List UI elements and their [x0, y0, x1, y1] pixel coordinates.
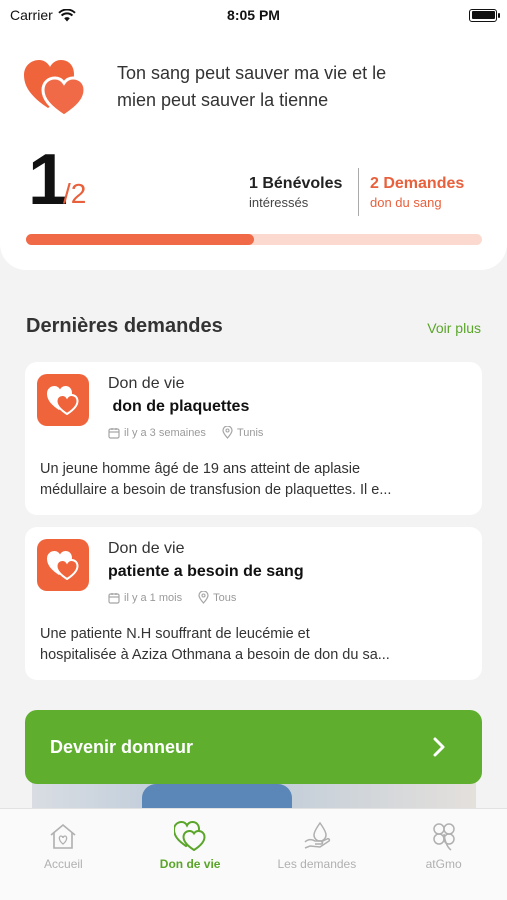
request-desc-line: Un jeune homme âgé de 19 ans atteint de … — [40, 461, 361, 477]
count-total: /2 — [63, 178, 87, 209]
tab-atgmo[interactable]: atGmo — [380, 809, 507, 900]
request-time: il y a 1 mois — [124, 591, 183, 604]
tab-label: atGmo — [425, 857, 462, 871]
tab-don-de-vie[interactable]: Don de vie — [127, 809, 254, 900]
stat-divider — [358, 168, 359, 216]
request-icon — [37, 374, 89, 426]
location-pin-icon — [198, 591, 209, 604]
hearts-icon — [47, 551, 79, 580]
request-category: Don de vie — [108, 540, 185, 557]
request-time: il y a 3 semaines — [124, 426, 206, 439]
slogan-line-2: mien peut sauver la tienne — [117, 90, 329, 110]
request-desc-line: médullaire a besoin de transfusion de pl… — [40, 482, 392, 498]
summary-card: Ton sang peut sauver ma vie et le mien p… — [0, 30, 507, 270]
see-more-link[interactable]: Voir plus — [427, 320, 481, 336]
section-title: Dernières demandes — [26, 315, 223, 337]
progress-fill — [26, 234, 254, 245]
request-description: Une patiente N.H souffrant de leucémie e… — [40, 624, 470, 666]
tab-label: Les demandes — [277, 857, 357, 871]
location-pin-icon — [222, 426, 233, 439]
request-category: Don de vie — [108, 375, 185, 392]
request-meta: il y a 3 semaines Tunis — [108, 426, 263, 439]
become-donor-label: Devenir donneur — [50, 736, 194, 757]
volunteers-count: 1 Bénévoles — [249, 175, 343, 192]
hearts-logo-icon — [24, 60, 87, 118]
request-card[interactable]: Don de vie patiente a besoin de sang il … — [25, 527, 482, 680]
request-title: patiente a besoin de sang — [108, 563, 304, 580]
status-time: 8:05 PM — [227, 7, 280, 23]
carrier-label: Carrier — [10, 7, 53, 23]
status-left: Carrier — [10, 7, 76, 23]
hearts-icon — [47, 386, 79, 415]
chevron-right-icon — [433, 737, 445, 757]
tab-label: Don de vie — [159, 857, 221, 871]
tab-label: Accueil — [44, 857, 83, 871]
hearts-icon — [173, 819, 207, 853]
request-title: don de plaquettes — [108, 398, 250, 415]
requests-sub: don du sang — [370, 195, 442, 210]
wifi-icon — [58, 8, 76, 21]
progress-bar — [26, 234, 482, 245]
tab-les-demandes[interactable]: Les demandes — [254, 809, 381, 900]
blood-drop-hand-icon — [300, 819, 334, 853]
request-location: Tunis — [236, 426, 264, 439]
request-desc-line: Une patiente N.H souffrant de leucémie e… — [40, 626, 310, 642]
slogan-text: Ton sang peut sauver ma vie et le mien p… — [117, 60, 477, 114]
tab-bar: Accueil Don de vie Les demandes atGmo — [0, 808, 507, 900]
status-bar: Carrier 8:05 PM — [0, 0, 507, 30]
calendar-icon — [108, 427, 120, 439]
request-icon — [37, 539, 89, 591]
requests-count: 2 Demandes — [370, 175, 465, 192]
volunteers-stat: 1 Bénévoles intéressés — [249, 175, 349, 210]
request-meta: il y a 1 mois Tous — [108, 591, 236, 604]
request-location: Tous — [213, 591, 237, 604]
volunteers-sub: intéressés — [249, 195, 309, 210]
calendar-icon — [108, 592, 120, 604]
become-donor-button[interactable]: Devenir donneur — [25, 710, 482, 784]
home-icon — [46, 819, 80, 853]
request-desc-line: hospitalisée à Aziza Othmana a besoin de… — [40, 647, 390, 663]
slogan-line-1: Ton sang peut sauver ma vie et le — [117, 63, 387, 83]
tab-accueil[interactable]: Accueil — [0, 809, 127, 900]
request-card[interactable]: Don de vie don de plaquettes il y a 3 se… — [25, 362, 482, 515]
clover-icon — [427, 819, 461, 853]
requests-stat: 2 Demandes don du sang — [370, 175, 490, 210]
battery-icon — [469, 8, 500, 22]
request-description: Un jeune homme âgé de 19 ans atteint de … — [40, 459, 470, 501]
